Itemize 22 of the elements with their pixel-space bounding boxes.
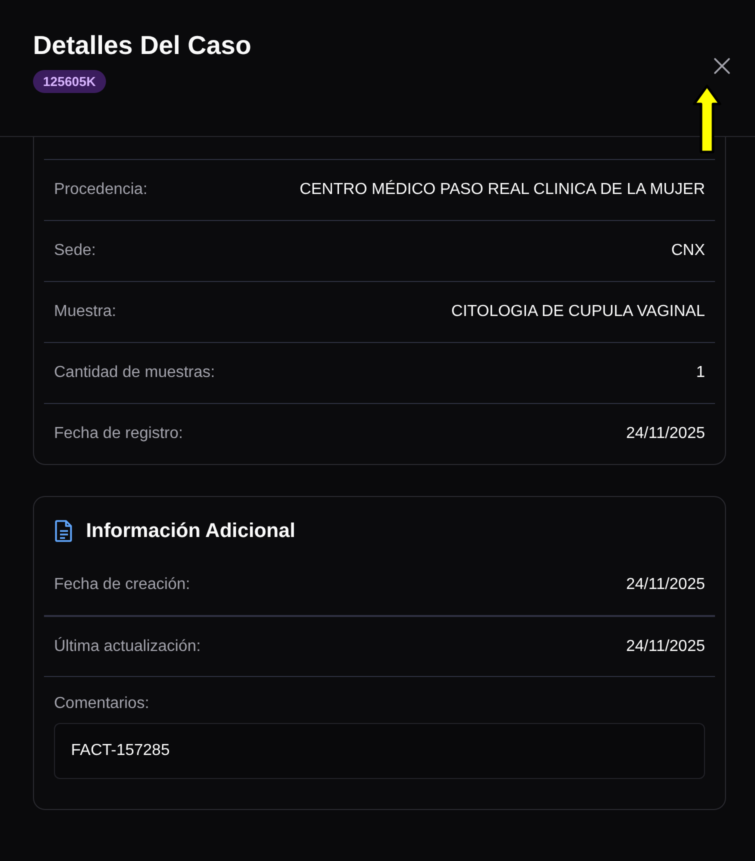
field-label: Fecha de creación: xyxy=(54,576,190,594)
arrow-icon xyxy=(692,84,722,154)
field-value: 24/11/2025 xyxy=(626,576,705,594)
field-label: Cantidad de muestras: xyxy=(54,364,215,382)
document-icon xyxy=(54,519,74,543)
field-label: Sede: xyxy=(54,242,96,260)
field-value: 24/11/2025 xyxy=(626,425,705,443)
field-label: Muestra: xyxy=(54,303,116,321)
comments-box: FACT-157285 xyxy=(54,723,705,779)
case-code-badge: 125605K xyxy=(33,70,106,93)
section-title: Información Adicional xyxy=(86,520,296,542)
field-value: 24/11/2025 xyxy=(626,638,705,656)
field-label: Comentarios: xyxy=(54,695,150,713)
field-value: CITOLOGIA DE CUPULA VAGINAL xyxy=(451,303,705,321)
dialog-title: Detalles Del Caso xyxy=(33,29,252,62)
field-value: CENTRO MÉDICO PASO REAL CLINICA DE LA MUJER xyxy=(300,181,705,199)
field-value: 1 xyxy=(696,364,705,382)
field-label: Última actualización: xyxy=(54,638,201,656)
field-value: CNX xyxy=(671,242,705,260)
close-button[interactable] xyxy=(712,56,732,76)
field-label: Procedencia: xyxy=(54,181,148,199)
field-label: Fecha de registro: xyxy=(54,425,183,443)
